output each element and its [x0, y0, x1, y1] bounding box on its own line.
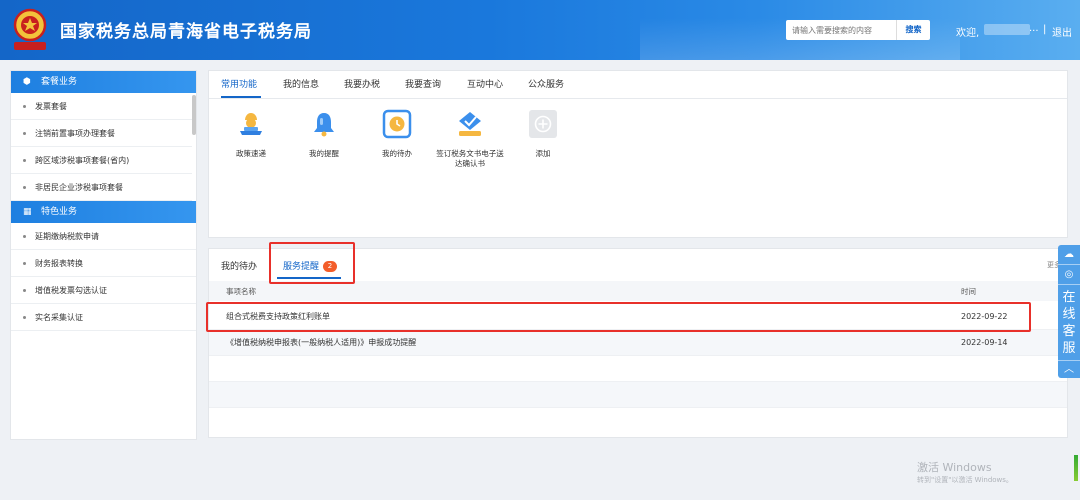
top-tab-bar: 常用功能 我的信息 我要办税 我要查询 互动中心 公众服务	[209, 71, 1067, 99]
table-row-empty	[209, 382, 1067, 408]
bullet-icon	[23, 105, 26, 108]
sidebar-item-real-name-auth[interactable]: 实名采集认证	[11, 304, 196, 331]
sidebar-item-report-conversion[interactable]: 财务报表转换	[11, 250, 196, 277]
tab-interaction[interactable]: 互动中心	[467, 71, 503, 99]
tab-public-service[interactable]: 公众服务	[528, 71, 564, 99]
tab-my-todo[interactable]: 我的待办	[221, 259, 257, 272]
username-ellipsis: ...	[1029, 23, 1039, 34]
table-header: 事项名称 时间	[209, 281, 1067, 301]
bullet-icon	[23, 132, 26, 135]
table-row-empty	[209, 408, 1067, 434]
table-row-empty	[209, 356, 1067, 382]
sidebar-item-deregistration-package[interactable]: 注销前置事项办理套餐	[11, 120, 196, 147]
wechat-icon[interactable]: ◎	[1058, 265, 1080, 285]
function-label: 添加	[535, 149, 551, 158]
search-button[interactable]: 搜索	[896, 20, 930, 40]
tab-common-functions[interactable]: 常用功能	[221, 71, 257, 99]
tab-my-info[interactable]: 我的信息	[283, 71, 319, 99]
todo-clock-icon	[382, 109, 412, 139]
reminder-bell-icon	[314, 113, 334, 137]
sidebar-item-nonresident-package[interactable]: 非居民企业涉税事项套餐	[11, 174, 196, 201]
sidebar-section-package[interactable]: ⬢ 套餐业务	[11, 71, 196, 93]
function-label: 政策速递	[236, 149, 266, 158]
sidebar-scrollbar[interactable]	[192, 93, 196, 201]
chat-icon[interactable]: ☁	[1058, 245, 1080, 265]
sidebar-item-vat-invoice-check[interactable]: 增值税发票勾选认证	[11, 277, 196, 304]
sign-document-icon	[459, 112, 481, 136]
online-service-label: 在 线 客 服	[1062, 290, 1076, 356]
function-add[interactable]: 添加	[508, 109, 578, 159]
policy-bell-icon	[240, 113, 262, 135]
highlight-box-service-tab	[269, 242, 355, 284]
add-icon	[529, 110, 557, 138]
search-input[interactable]	[786, 20, 896, 40]
function-label: 我的待办	[382, 149, 412, 158]
windows-activation-watermark: 激活 Windows	[917, 461, 992, 474]
logout-link[interactable]: 退出	[1052, 24, 1072, 39]
scrollbar-thumb[interactable]	[192, 95, 196, 135]
function-label: 签订税务文书电子送达确认书	[436, 149, 504, 168]
bullet-icon	[23, 262, 26, 265]
top-header: 国家税务总局青海省电子税务局 搜索 欢迎, ... | 退出	[0, 0, 1080, 60]
sidebar-item-invoice-package[interactable]: 发票套餐	[11, 93, 196, 120]
row-name: 《增值税纳税申报表(一般纳税人适用)》申报成功提醒	[226, 338, 417, 347]
cube-icon: ⬢	[23, 77, 31, 87]
sidebar-item-cross-region-package[interactable]: 跨区域涉税事项套餐(省内)	[11, 147, 196, 174]
taskbar-edge	[1074, 455, 1078, 481]
sidebar: ⬢ 套餐业务 发票套餐 注销前置事项办理套餐 跨区域涉税事项套餐(省内) 非居民…	[10, 70, 197, 440]
bullet-icon	[23, 186, 26, 189]
tab-file-taxes[interactable]: 我要办税	[344, 71, 380, 99]
bullet-icon	[23, 235, 26, 238]
column-header-name: 事项名称	[226, 287, 256, 296]
highlight-box-first-row	[206, 302, 1031, 332]
welcome-text: 欢迎,	[956, 28, 980, 39]
windows-activation-hint: 转到"设置"以激活 Windows。	[917, 476, 1013, 484]
online-service-float[interactable]: ☁ ◎ 在 线 客 服 ︿	[1058, 245, 1080, 378]
table-row[interactable]: 《增值税纳税申报表(一般纳税人适用)》申报成功提醒 2022-09-14	[209, 330, 1067, 356]
function-my-todo[interactable]: 我的待办	[362, 109, 432, 159]
grid-icon: ▦	[23, 207, 32, 217]
tax-emblem-logo	[13, 8, 47, 50]
back-to-top-icon[interactable]: ︿	[1058, 360, 1080, 378]
function-sign-document[interactable]: 签订税务文书电子送达确认书	[435, 109, 505, 169]
sidebar-section-title: 特色业务	[41, 207, 78, 217]
site-title: 国家税务总局青海省电子税务局	[60, 22, 312, 42]
username-masked	[984, 24, 1030, 35]
tab-query[interactable]: 我要查询	[405, 71, 441, 99]
sidebar-section-title: 套餐业务	[41, 77, 78, 87]
bullet-icon	[23, 316, 26, 319]
row-time: 2022-09-14	[961, 338, 1008, 347]
bullet-icon	[23, 289, 26, 292]
function-label: 我的提醒	[309, 149, 339, 158]
function-policy-express[interactable]: 政策速递	[216, 109, 286, 159]
header-separator: |	[1043, 24, 1047, 35]
bullet-icon	[23, 159, 26, 162]
common-functions-panel: 常用功能 我的信息 我要办税 我要查询 互动中心 公众服务 政策速递 我的提醒 …	[208, 70, 1068, 238]
function-my-reminders[interactable]: 我的提醒	[289, 109, 359, 159]
active-tab-indicator	[221, 96, 261, 98]
sidebar-item-deferred-payment[interactable]: 延期缴纳税款申请	[11, 223, 196, 250]
sidebar-section-featured[interactable]: ▦ 特色业务	[11, 201, 196, 223]
column-header-time: 时间	[961, 287, 976, 296]
